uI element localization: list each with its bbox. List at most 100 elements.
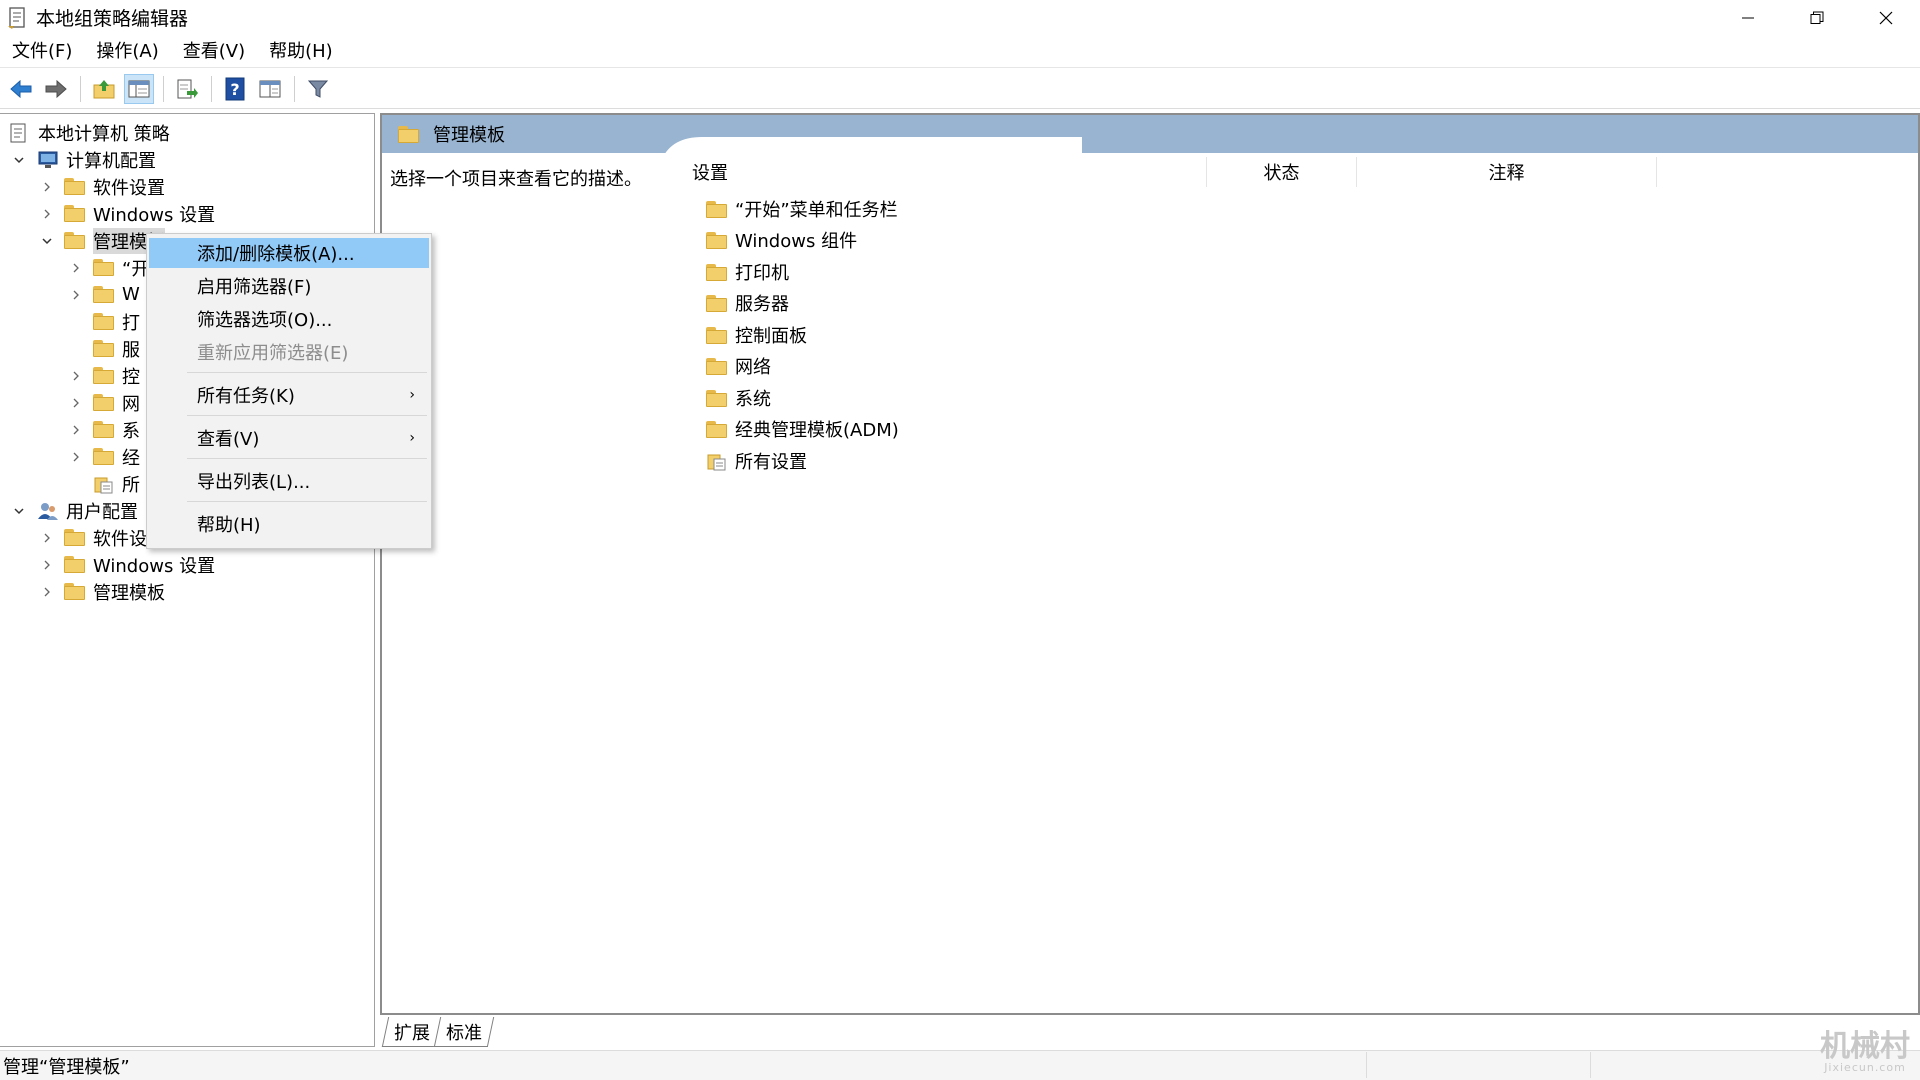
tree-item-all-settings[interactable]: 所 xyxy=(93,470,140,497)
tree-item-uc-admin-templates[interactable]: 管理模板 xyxy=(40,578,165,605)
export-list-icon xyxy=(177,79,198,98)
chevron-right-icon[interactable] xyxy=(69,396,83,410)
minimize-button[interactable] xyxy=(1713,0,1782,35)
ctx-all-tasks[interactable]: 所有任务(K) › xyxy=(149,380,429,410)
watermark-sub: Jixiecun.com xyxy=(1824,1061,1906,1074)
chevron-right-icon[interactable] xyxy=(69,369,83,383)
ctx-label: 所有任务(K) xyxy=(197,386,295,407)
chevron-down-icon[interactable] xyxy=(12,504,26,518)
folder-icon xyxy=(93,394,114,411)
list-item[interactable]: 网络 xyxy=(706,352,771,380)
tree-label: 服 xyxy=(122,339,140,361)
status-bar: 管理“管理模板” xyxy=(0,1050,1920,1080)
ctx-filter-options[interactable]: 筛选器选项(O)... xyxy=(149,304,429,334)
menu-help[interactable]: 帮助(H) xyxy=(257,37,345,67)
tree-label: 软件设 xyxy=(93,528,147,550)
chevron-right-icon[interactable] xyxy=(40,585,54,599)
tree-label: 网 xyxy=(122,393,140,415)
view-tabs: 扩展 标准 xyxy=(381,1017,495,1047)
ctx-help[interactable]: 帮助(H) xyxy=(149,509,429,539)
tree-item-printers[interactable]: 打 xyxy=(93,308,140,335)
chevron-right-icon[interactable] xyxy=(40,207,54,221)
tree-item-user-config[interactable]: 用户配置 xyxy=(12,497,138,524)
tree-item-cc-windows-settings[interactable]: Windows 设置 xyxy=(40,200,215,227)
ctx-enable-filter[interactable]: 启用筛选器(F) xyxy=(149,271,429,301)
folder-icon xyxy=(93,259,114,276)
folder-icon xyxy=(93,421,114,438)
help-button[interactable]: ? xyxy=(220,74,250,104)
folder-icon xyxy=(64,232,85,249)
folder-icon xyxy=(706,420,727,438)
folder-icon xyxy=(93,313,114,330)
chevron-down-icon[interactable] xyxy=(12,153,26,167)
list-item[interactable]: 服务器 xyxy=(706,289,789,317)
tree-item-control-panel[interactable]: 控 xyxy=(69,362,140,389)
chevron-right-icon[interactable] xyxy=(69,450,83,464)
tree-label: 计算机配置 xyxy=(66,150,156,172)
show-hide-tree-icon xyxy=(128,80,150,97)
column-header-comment[interactable]: 注释 xyxy=(1357,157,1657,187)
tab-label: 标准 xyxy=(446,1023,482,1044)
menu-file[interactable]: 文件(F) xyxy=(0,37,84,67)
chevron-right-icon[interactable] xyxy=(69,423,83,437)
forward-button[interactable] xyxy=(41,74,71,104)
list-item[interactable]: 打印机 xyxy=(706,258,789,286)
export-list-button[interactable] xyxy=(172,74,202,104)
watermark-main: 机械村 xyxy=(1820,1029,1910,1064)
chevron-right-icon[interactable] xyxy=(69,288,83,302)
restore-button[interactable] xyxy=(1782,0,1851,35)
tree-item-system[interactable]: 系 xyxy=(69,416,140,443)
menu-view[interactable]: 查看(V) xyxy=(171,37,257,67)
chevron-right-icon[interactable] xyxy=(69,261,83,275)
close-button[interactable] xyxy=(1851,0,1920,35)
tree-item-server[interactable]: 服 xyxy=(93,335,140,362)
ctx-view[interactable]: 查看(V) › xyxy=(149,423,429,453)
list-item[interactable]: “开始”菜单和任务栏 xyxy=(706,195,898,223)
properties-button[interactable] xyxy=(255,74,285,104)
tree-item-uc-windows-settings[interactable]: Windows 设置 xyxy=(40,551,215,578)
back-arrow-icon xyxy=(10,79,32,98)
toolbar-separator xyxy=(163,75,164,102)
toolbar: ? xyxy=(0,69,1920,109)
back-button[interactable] xyxy=(6,74,36,104)
all-settings-icon xyxy=(707,454,726,471)
list-item-label: 网络 xyxy=(735,357,771,378)
list-item[interactable]: 系统 xyxy=(706,384,771,412)
tree-item-cc-software-settings[interactable]: 软件设置 xyxy=(40,173,165,200)
watermark: 机械村 Jixiecun.com xyxy=(1820,1032,1910,1074)
list-item[interactable]: 所有设置 xyxy=(706,447,807,475)
up-one-level-button[interactable] xyxy=(89,74,119,104)
tree-item-windows-components[interactable]: W xyxy=(69,281,140,308)
list-item[interactable]: 经典管理模板(ADM) xyxy=(706,415,899,443)
chevron-right-icon[interactable] xyxy=(40,558,54,572)
properties-icon xyxy=(259,80,281,97)
column-header-setting[interactable]: 设置 xyxy=(678,157,1207,187)
submenu-arrow-icon: › xyxy=(409,387,415,403)
ctx-export-list[interactable]: 导出列表(L)... xyxy=(149,466,429,496)
chevron-right-icon[interactable] xyxy=(40,531,54,545)
menu-action[interactable]: 操作(A) xyxy=(84,37,170,67)
menu-separator xyxy=(187,501,427,502)
tab-standard[interactable]: 标准 xyxy=(433,1017,495,1047)
show-hide-tree-button[interactable] xyxy=(124,73,154,104)
chevron-right-icon[interactable] xyxy=(40,180,54,194)
folder-icon xyxy=(64,178,85,195)
menu-separator xyxy=(187,415,427,416)
ctx-add-remove-templates[interactable]: 添加/删除模板(A)... xyxy=(149,238,429,268)
tree-item-uc-software-settings[interactable]: 软件设 xyxy=(40,524,147,551)
filter-button[interactable] xyxy=(303,74,333,104)
column-header-state[interactable]: 状态 xyxy=(1207,157,1357,187)
tree-label: Windows 设置 xyxy=(93,204,216,226)
tree-item-start-menu[interactable]: “开 xyxy=(69,254,149,281)
tree-item-network[interactable]: 网 xyxy=(69,389,140,416)
list-item[interactable]: 控制面板 xyxy=(706,321,807,349)
submenu-arrow-icon: › xyxy=(409,430,415,446)
tree-item-computer-config[interactable]: 计算机配置 xyxy=(12,146,156,173)
list-item[interactable]: Windows 组件 xyxy=(706,226,857,254)
tree-item-local-computer-policy[interactable]: 本地计算机 策略 xyxy=(8,119,170,146)
tree-item-classic-adm[interactable]: 经 xyxy=(69,443,140,470)
details-pane[interactable]: 管理模板 选择一个项目来查看它的描述。 设置 状态 注释 “开始”菜单和任务栏 … xyxy=(380,113,1920,1015)
minimize-icon xyxy=(1741,17,1754,18)
chevron-down-icon[interactable] xyxy=(40,234,54,248)
tab-extended[interactable]: 扩展 xyxy=(381,1017,443,1047)
